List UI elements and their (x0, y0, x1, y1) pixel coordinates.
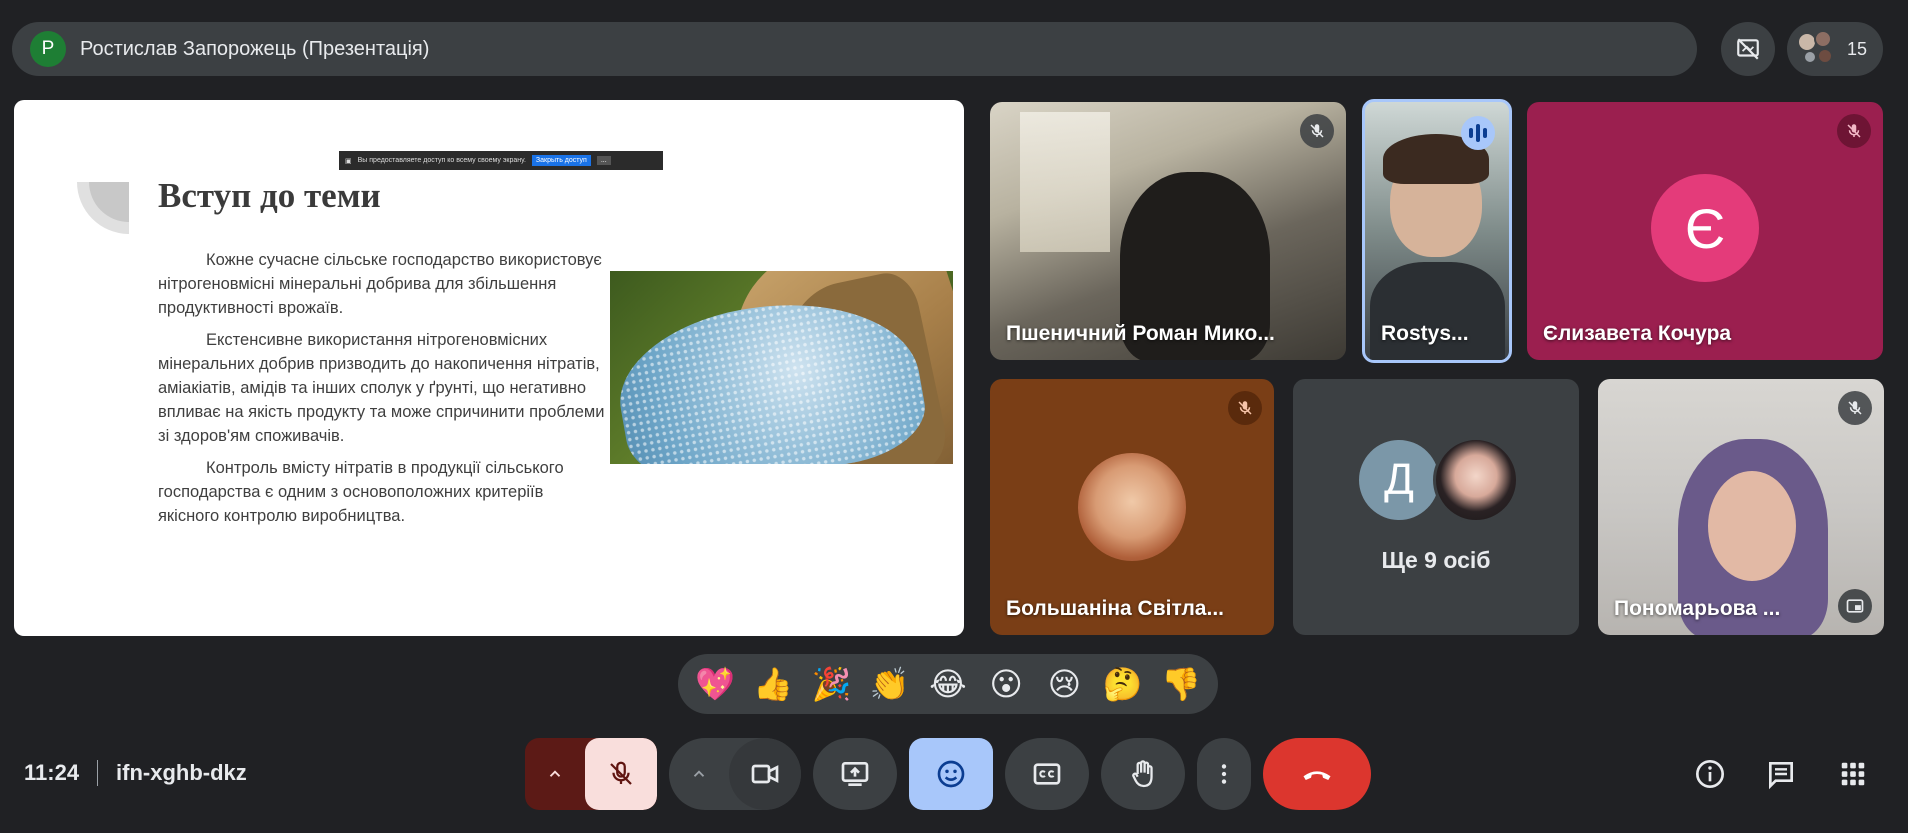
microphone-control-group (525, 738, 657, 810)
reactions-button[interactable] (909, 738, 993, 810)
chevron-up-icon (549, 770, 561, 777)
screen-share-banner: ▣ Вы предоставляете доступ ко всему свое… (339, 151, 663, 170)
reactions-bar: 💖 👍 🎉 👏 😂 😮 😢 🤔 👎 (678, 654, 1218, 714)
video-options-button[interactable] (669, 738, 729, 810)
slide-decoration (77, 182, 129, 234)
stop-sharing-button[interactable]: Закрыть доступ (531, 155, 591, 166)
mic-off-icon (610, 761, 632, 785)
presenter-bar: Р Ростислав Запорожець (Презентація) (12, 22, 1697, 76)
participant-face (1708, 471, 1796, 581)
participant-tile-6[interactable]: Пономарьова ... (1598, 379, 1884, 635)
reaction-thinking[interactable]: 🤔 (1099, 665, 1147, 703)
activities-button[interactable] (1831, 752, 1875, 796)
reaction-party-popper[interactable]: 🎉 (808, 665, 856, 703)
apps-grid-icon (1841, 762, 1865, 786)
participants-avatars (1797, 30, 1835, 68)
leave-call-button[interactable] (1263, 738, 1371, 810)
meeting-code: ifn-xghb-dkz (116, 760, 247, 785)
participant-name: Большаніна Світла... (1006, 597, 1224, 620)
reaction-surprised[interactable]: 😮 (982, 665, 1030, 703)
smiley-icon (937, 760, 965, 788)
meeting-clock: 11:24 (24, 760, 80, 785)
hide-tiles-button[interactable] (1721, 22, 1775, 76)
reaction-thumbs-down[interactable]: 👎 (1157, 665, 1205, 703)
participant-name: Пономарьова ... (1614, 597, 1781, 620)
slide-paragraph: Контроль вмісту нітратів в продукції сіл… (158, 459, 564, 525)
more-participants-tile[interactable]: Д Ще 9 осіб (1293, 379, 1579, 635)
hide-tiles-icon (1737, 38, 1759, 60)
participant-name: Пшеничний Роман Мико... (1006, 322, 1275, 345)
reaction-clapping[interactable]: 👏 (866, 665, 914, 703)
mic-off-icon (1848, 401, 1862, 415)
avatar (1803, 50, 1817, 64)
chevron-up-icon (693, 770, 705, 777)
participant-name: Єлизавета Кочура (1543, 322, 1732, 345)
mic-off-indicator (1837, 114, 1871, 148)
share-icon: ▣ (345, 157, 352, 165)
participant-count: 15 (1846, 38, 1867, 59)
captions-button[interactable] (1005, 738, 1089, 810)
more-vertical-icon (1221, 764, 1227, 784)
present-screen-icon (841, 762, 869, 786)
share-more-button[interactable]: ... (596, 156, 611, 165)
reaction-crying[interactable]: 😢 (1040, 665, 1088, 703)
background-window (1020, 112, 1110, 252)
meeting-details-button[interactable] (1688, 752, 1732, 796)
camera-toggle-button[interactable] (729, 738, 801, 810)
participant-body (1370, 262, 1505, 360)
info-icon (1696, 760, 1724, 788)
reaction-sparkling-heart[interactable]: 💖 (691, 665, 739, 703)
presenter-title: Ростислав Запорожець (Презентація) (80, 37, 430, 60)
camera-icon (751, 764, 779, 784)
footer-divider (97, 760, 98, 786)
raise-hand-icon (1132, 760, 1153, 788)
slide-title: Вступ до теми (158, 176, 381, 215)
participant-avatar: Є (1651, 174, 1759, 282)
picture-in-picture-icon (1846, 599, 1864, 613)
picture-in-picture-button[interactable] (1838, 589, 1872, 623)
slide-body: Кожне сучасне сільське господарство вико… (158, 248, 606, 536)
speaking-indicator-icon (1461, 116, 1495, 150)
camera-control-group (669, 738, 801, 810)
participant-tile-4[interactable]: Большаніна Світла... (990, 379, 1274, 635)
reaction-laughing[interactable]: 😂 (924, 665, 972, 703)
participant-avatar (1078, 453, 1186, 561)
mic-off-indicator (1228, 391, 1262, 425)
raise-hand-button[interactable] (1101, 738, 1185, 810)
presenter-avatar: Р (30, 31, 66, 67)
mic-off-indicator (1300, 114, 1334, 148)
avatar (1817, 48, 1833, 64)
mic-off-icon (1847, 124, 1861, 138)
microphone-toggle-button[interactable] (585, 738, 657, 810)
slide-paragraph: Екстенсивне використання нітрогеновмісни… (158, 331, 605, 445)
fertilizer-photo (610, 271, 953, 464)
participant-name: Rostys... (1381, 322, 1469, 345)
mic-off-icon (1238, 401, 1252, 415)
present-screen-button[interactable] (813, 738, 897, 810)
slide-paragraph: Кожне сучасне сільське господарство вико… (158, 251, 602, 317)
participant-tile-2[interactable]: Rostys... (1362, 99, 1512, 363)
avatar (1814, 30, 1832, 48)
participant-avatar (1433, 437, 1519, 523)
participant-avatar: Д (1356, 437, 1442, 523)
participant-tile-3[interactable]: Є Єлизавета Кочура (1527, 102, 1883, 360)
participants-button[interactable]: 15 (1787, 22, 1883, 76)
mic-off-icon (1310, 124, 1324, 138)
more-options-button[interactable] (1197, 738, 1251, 810)
more-participants-label: Ще 9 осіб (1381, 547, 1491, 573)
reaction-thumbs-up[interactable]: 👍 (749, 665, 797, 703)
closed-captions-icon (1033, 763, 1061, 785)
participant-tile-1[interactable]: Пшеничний Роман Мико... (990, 102, 1346, 360)
mic-off-indicator (1838, 391, 1872, 425)
chat-button[interactable] (1759, 752, 1803, 796)
chat-icon (1769, 762, 1793, 790)
audio-options-button[interactable] (525, 738, 585, 810)
presentation-slide: ▣ Вы предоставляете доступ ко всему свое… (14, 100, 964, 636)
hang-up-icon (1303, 771, 1331, 780)
share-banner-text: Вы предоставляете доступ ко всему своему… (357, 157, 526, 164)
